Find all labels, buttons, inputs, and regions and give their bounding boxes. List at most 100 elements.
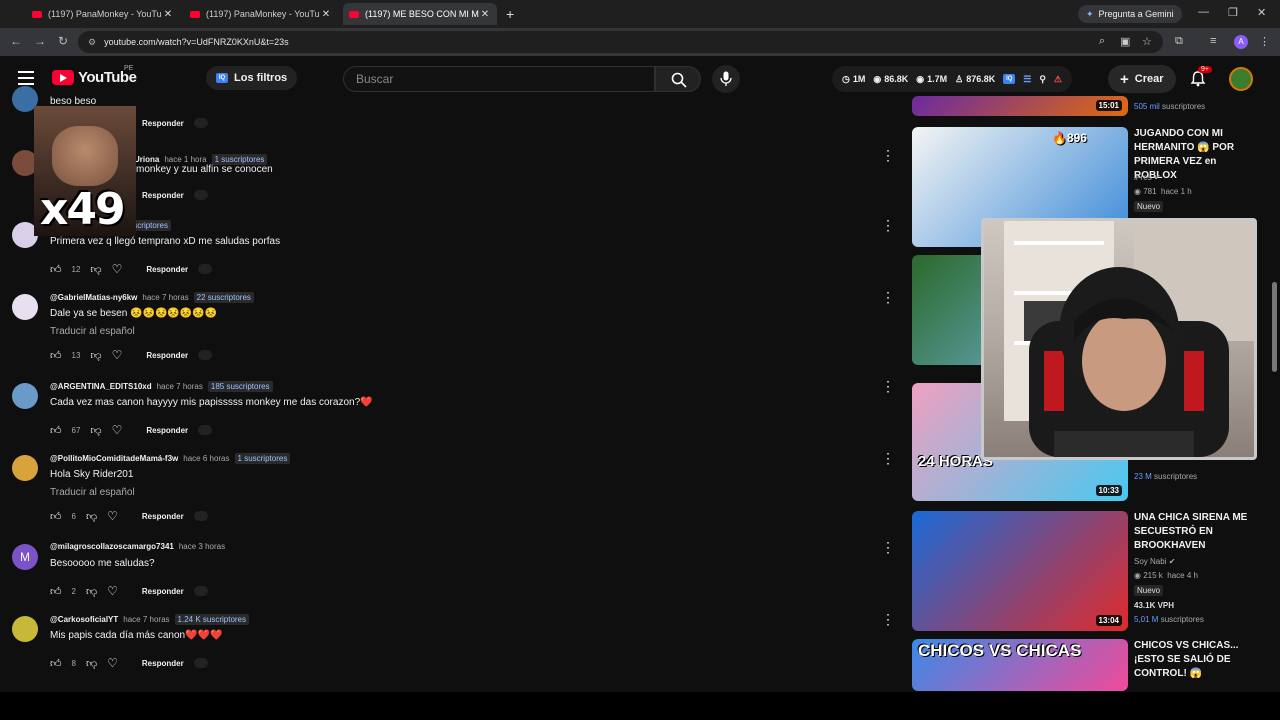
comment-time[interactable]: hace 7 horas bbox=[142, 293, 188, 302]
video-title[interactable]: UNA CHICA SIRENA ME SECUESTRÓ EN BROOKHA… bbox=[1134, 511, 1259, 553]
new-tab-icon[interactable]: + bbox=[506, 6, 514, 22]
like-icon[interactable]: 👍︎ bbox=[50, 263, 62, 276]
extension-badge-icon[interactable]: IQ bbox=[1003, 74, 1016, 84]
reply-ext-icon[interactable] bbox=[198, 350, 213, 360]
comment-more-icon[interactable]: ⋮ bbox=[881, 148, 895, 162]
close-tab-icon[interactable]: ✕ bbox=[162, 9, 174, 20]
translate-link[interactable]: Traducir al español bbox=[50, 326, 135, 337]
browser-tab[interactable]: (1197) PanaMonkey - YouTube ✕ bbox=[184, 3, 338, 25]
browser-tab-active[interactable]: (1197) ME BESO CON MI MEJOR ✕ bbox=[343, 3, 497, 25]
browser-tab[interactable]: (1197) PanaMonkey - YouTube ✕ bbox=[26, 3, 180, 25]
heart-icon[interactable]: ♡ bbox=[112, 348, 123, 362]
reply-button[interactable]: Responder bbox=[146, 265, 188, 274]
heart-icon[interactable]: ♡ bbox=[107, 509, 118, 523]
bookmark-star-icon[interactable]: ☆ bbox=[1142, 35, 1152, 48]
site-info-icon[interactable]: ⚙ bbox=[88, 37, 96, 48]
like-icon[interactable]: 👍︎ bbox=[50, 657, 62, 670]
commenter-avatar[interactable] bbox=[12, 383, 38, 409]
address-bar[interactable]: ⚙ youtube.com/watch?v=UdFNRZ0KXnU&t=23s bbox=[78, 31, 1163, 53]
reading-list-icon[interactable]: ≡ bbox=[1210, 35, 1216, 47]
back-icon[interactable]: ← bbox=[10, 34, 22, 48]
close-tab-icon[interactable]: ✕ bbox=[320, 9, 332, 20]
dislike-icon[interactable]: 👎︎ bbox=[86, 510, 97, 523]
reply-ext-icon[interactable] bbox=[193, 658, 208, 668]
reply-ext-icon[interactable] bbox=[198, 264, 213, 274]
create-button[interactable]: + Crear bbox=[1108, 65, 1176, 93]
cast-icon[interactable]: ▣ bbox=[1120, 35, 1130, 48]
voice-search-button[interactable] bbox=[712, 65, 740, 93]
pin-icon[interactable]: ⚲ bbox=[1039, 74, 1046, 85]
commenter-avatar[interactable]: M bbox=[12, 544, 38, 570]
video-title[interactable]: CHICOS VS CHICAS... ¡ESTO SE SALIÓ DE CO… bbox=[1134, 639, 1259, 681]
comment-author[interactable]: Uriona bbox=[134, 155, 159, 164]
extensions-icon[interactable]: ⧉ bbox=[1175, 35, 1183, 48]
comment-author[interactable]: @GabrielMatias-ny6kw bbox=[50, 293, 137, 302]
youtube-logo[interactable]: YouTube PE bbox=[52, 65, 137, 86]
menu-dots-icon[interactable]: ⋮ bbox=[1259, 35, 1270, 48]
reply-ext-icon[interactable] bbox=[193, 586, 208, 596]
video-thumbnail[interactable]: 15:01 bbox=[912, 96, 1128, 116]
dislike-icon[interactable]: 👎︎ bbox=[86, 657, 97, 670]
commenter-avatar[interactable] bbox=[12, 455, 38, 481]
comment-more-icon[interactable]: ⋮ bbox=[881, 451, 895, 465]
list-icon[interactable]: ☰ bbox=[1023, 74, 1031, 85]
reload-icon[interactable]: ↻ bbox=[58, 34, 68, 48]
reply-ext-icon[interactable] bbox=[198, 425, 213, 435]
dislike-icon[interactable]: 👎︎ bbox=[90, 424, 101, 437]
zoom-icon[interactable]: ⌕ bbox=[1099, 35, 1105, 48]
comment-more-icon[interactable]: ⋮ bbox=[881, 612, 895, 626]
close-window-icon[interactable]: ✕ bbox=[1257, 6, 1266, 19]
heart-icon[interactable]: ♡ bbox=[107, 584, 118, 598]
comment-time[interactable]: hace 7 horas bbox=[123, 615, 169, 624]
video-thumbnail[interactable]: CHICOS VS CHICAS bbox=[912, 639, 1128, 691]
video-thumbnail[interactable]: 13:04 bbox=[912, 511, 1128, 631]
comment-author[interactable]: @milagroscollazoscamargo7341 bbox=[50, 542, 174, 551]
restore-icon[interactable]: ❐ bbox=[1228, 6, 1238, 19]
notifications-button[interactable]: 9+ bbox=[1190, 66, 1212, 92]
channel-name[interactable]: Soy Nabi ✔ bbox=[1134, 557, 1175, 566]
comment-time[interactable]: hace 1 hora bbox=[164, 155, 206, 164]
channel-name[interactable]: iFres ✔ bbox=[1134, 173, 1161, 182]
close-tab-icon[interactable]: ✕ bbox=[479, 9, 491, 20]
filters-button[interactable]: IQ Los filtros bbox=[206, 66, 298, 90]
like-icon[interactable]: 👍︎ bbox=[50, 510, 62, 523]
commenter-avatar[interactable] bbox=[12, 616, 38, 642]
comment-author[interactable]: @ARGENTINA_EDITS10xd bbox=[50, 382, 152, 391]
comment-more-icon[interactable]: ⋮ bbox=[881, 540, 895, 554]
comment-time[interactable]: hace 7 horas bbox=[157, 382, 203, 391]
heart-icon[interactable]: ♡ bbox=[112, 262, 123, 276]
comment-author[interactable]: @CarkosoficialYT bbox=[50, 615, 118, 624]
reply-button[interactable]: Responder bbox=[142, 512, 184, 521]
alert-icon[interactable]: ⚠ bbox=[1054, 74, 1062, 85]
dislike-icon[interactable]: 👎︎ bbox=[86, 585, 97, 598]
reply-ext-icon[interactable] bbox=[193, 118, 208, 128]
minimize-icon[interactable]: — bbox=[1198, 6, 1209, 18]
page-scrollbar[interactable] bbox=[1269, 56, 1280, 692]
comment-time[interactable]: hace 3 horas bbox=[179, 542, 225, 551]
comment-time[interactable]: hace 6 horas bbox=[183, 454, 229, 463]
browser-profile-avatar[interactable]: A bbox=[1234, 35, 1248, 49]
heart-icon[interactable]: ♡ bbox=[107, 656, 118, 670]
dislike-icon[interactable]: 👎︎ bbox=[90, 349, 101, 362]
reply-button[interactable]: Responder bbox=[142, 659, 184, 668]
reply-button[interactable]: Responder bbox=[142, 587, 184, 596]
reply-button[interactable]: Responder bbox=[142, 191, 184, 200]
reply-button[interactable]: Responder bbox=[142, 119, 184, 128]
comment-author[interactable]: @PollitoMioComiditadeMamá-f3w bbox=[50, 454, 178, 463]
heart-icon[interactable]: ♡ bbox=[112, 423, 123, 437]
comment-more-icon[interactable]: ⋮ bbox=[881, 379, 895, 393]
search-input[interactable]: Buscar bbox=[343, 66, 655, 92]
like-icon[interactable]: 👍︎ bbox=[50, 424, 62, 437]
search-button[interactable] bbox=[655, 66, 701, 92]
comment-more-icon[interactable]: ⋮ bbox=[881, 218, 895, 232]
commenter-avatar[interactable] bbox=[12, 294, 38, 320]
comment-more-icon[interactable]: ⋮ bbox=[881, 290, 895, 304]
account-avatar[interactable] bbox=[1229, 67, 1253, 91]
scrollbar-thumb[interactable] bbox=[1272, 282, 1277, 372]
dislike-icon[interactable]: 👎︎ bbox=[90, 263, 101, 276]
reply-button[interactable]: Responder bbox=[146, 351, 188, 360]
forward-icon[interactable]: → bbox=[34, 34, 46, 48]
reply-ext-icon[interactable] bbox=[193, 190, 208, 200]
reply-button[interactable]: Responder bbox=[146, 426, 188, 435]
reply-ext-icon[interactable] bbox=[193, 511, 208, 521]
